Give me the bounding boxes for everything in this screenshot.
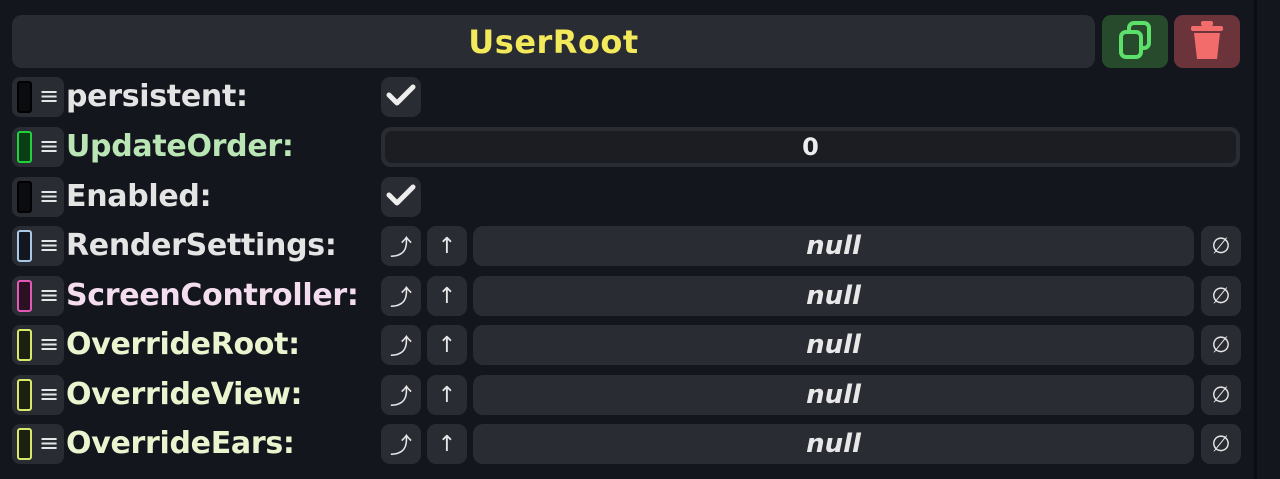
hamburger-icon: ≡ <box>39 330 60 358</box>
null-icon: ∅ <box>1211 233 1231 259</box>
hamburger-icon: ≡ <box>39 429 60 457</box>
null-icon: ∅ <box>1211 431 1231 457</box>
jump-to-button[interactable]: ⤴ <box>381 375 421 415</box>
field-label-enabled: Enabled: <box>66 179 212 214</box>
checkmark-icon <box>386 183 416 211</box>
field-slot-indicator <box>17 131 32 163</box>
enabled-checkbox[interactable] <box>381 177 421 217</box>
jump-to-icon: ⤴ <box>389 236 412 261</box>
duplicate-button[interactable] <box>1102 15 1168 68</box>
trash-icon <box>1189 19 1225 65</box>
field-label-overrideview: OverrideView: <box>66 377 303 412</box>
field-row-overrideview: ≡ OverrideView: ⤴ ↑ null ∅ <box>12 375 1242 415</box>
field-drive-updateorder[interactable]: ≡ <box>12 127 64 167</box>
up-button[interactable]: ↑ <box>427 375 467 415</box>
field-label-screencontroller: ScreenController: <box>66 278 359 313</box>
overrideroot-reference-field[interactable]: null <box>473 325 1194 365</box>
checkmark-icon <box>386 83 416 111</box>
field-drive-screencontroller[interactable]: ≡ <box>12 276 64 316</box>
component-title: UserRoot <box>468 22 639 61</box>
field-row-overrideears: ≡ OverrideEars: ⤴ ↑ null ∅ <box>12 424 1242 464</box>
persistent-checkbox[interactable] <box>381 77 421 117</box>
jump-to-button[interactable]: ⤴ <box>381 424 421 464</box>
jump-to-icon: ⤴ <box>389 385 412 410</box>
up-arrow-icon: ↑ <box>437 431 457 457</box>
field-label-overrideroot: OverrideRoot: <box>66 327 300 362</box>
field-row-overrideroot: ≡ OverrideRoot: ⤴ ↑ null ∅ <box>12 325 1242 365</box>
field-slot-indicator <box>17 230 32 262</box>
up-arrow-icon: ↑ <box>437 233 457 259</box>
field-row-screencontroller: ≡ ScreenController: ⤴ ↑ null ∅ <box>12 276 1242 316</box>
overrideears-reference-field[interactable]: null <box>473 424 1194 464</box>
field-row-persistent: ≡ persistent: <box>12 77 1242 117</box>
updateorder-value[interactable]: 0 <box>385 131 1236 163</box>
hamburger-icon: ≡ <box>39 380 60 408</box>
field-label-overrideears: OverrideEars: <box>66 426 295 461</box>
jump-to-button[interactable]: ⤴ <box>381 325 421 365</box>
null-icon: ∅ <box>1211 382 1231 408</box>
null-icon: ∅ <box>1211 332 1231 358</box>
up-arrow-icon: ↑ <box>437 283 457 309</box>
jump-to-button[interactable]: ⤴ <box>381 276 421 316</box>
delete-button[interactable] <box>1174 15 1240 68</box>
field-drive-enabled[interactable]: ≡ <box>12 177 64 217</box>
scrollbar-divider <box>1254 0 1257 479</box>
hamburger-icon: ≡ <box>39 132 60 160</box>
clear-reference-button[interactable]: ∅ <box>1201 424 1241 464</box>
hamburger-icon: ≡ <box>39 281 60 309</box>
field-slot-indicator <box>17 428 32 460</box>
clear-reference-button[interactable]: ∅ <box>1201 226 1241 266</box>
screencontroller-reference-field[interactable]: null <box>473 276 1194 316</box>
rendersettings-reference-field[interactable]: null <box>473 226 1194 266</box>
field-slot-indicator <box>17 81 32 113</box>
up-button[interactable]: ↑ <box>427 226 467 266</box>
field-label-updateorder: UpdateOrder: <box>66 129 294 164</box>
field-slot-indicator <box>17 379 32 411</box>
hamburger-icon: ≡ <box>39 182 60 210</box>
field-row-updateorder: ≡ UpdateOrder: 0 <box>12 127 1242 167</box>
field-drive-persistent[interactable]: ≡ <box>12 77 64 117</box>
clear-reference-button[interactable]: ∅ <box>1201 276 1241 316</box>
hamburger-icon: ≡ <box>39 82 60 110</box>
updateorder-number-field[interactable]: 0 <box>381 127 1240 167</box>
up-button[interactable]: ↑ <box>427 276 467 316</box>
field-label-persistent: persistent: <box>66 79 248 114</box>
hamburger-icon: ≡ <box>39 231 60 259</box>
up-button[interactable]: ↑ <box>427 325 467 365</box>
up-arrow-icon: ↑ <box>437 332 457 358</box>
clear-reference-button[interactable]: ∅ <box>1201 325 1241 365</box>
field-row-enabled: ≡ Enabled: <box>12 177 1242 217</box>
duplicate-icon <box>1116 20 1154 64</box>
field-row-rendersettings: ≡ RenderSettings: ⤴ ↑ null ∅ <box>12 226 1242 266</box>
field-label-rendersettings: RenderSettings: <box>66 228 337 263</box>
jump-to-icon: ⤴ <box>389 335 412 360</box>
field-slot-indicator <box>17 280 32 312</box>
clear-reference-button[interactable]: ∅ <box>1201 375 1241 415</box>
component-header: UserRoot <box>12 15 1095 68</box>
up-arrow-icon: ↑ <box>437 382 457 408</box>
field-drive-overrideroot[interactable]: ≡ <box>12 325 64 365</box>
field-slot-indicator <box>17 329 32 361</box>
jump-to-icon: ⤴ <box>389 286 412 311</box>
field-slot-indicator <box>17 181 32 213</box>
field-drive-overrideview[interactable]: ≡ <box>12 375 64 415</box>
field-drive-rendersettings[interactable]: ≡ <box>12 226 64 266</box>
field-drive-overrideears[interactable]: ≡ <box>12 424 64 464</box>
jump-to-button[interactable]: ⤴ <box>381 226 421 266</box>
jump-to-icon: ⤴ <box>389 434 412 459</box>
up-button[interactable]: ↑ <box>427 424 467 464</box>
overrideview-reference-field[interactable]: null <box>473 375 1194 415</box>
null-icon: ∅ <box>1211 283 1231 309</box>
